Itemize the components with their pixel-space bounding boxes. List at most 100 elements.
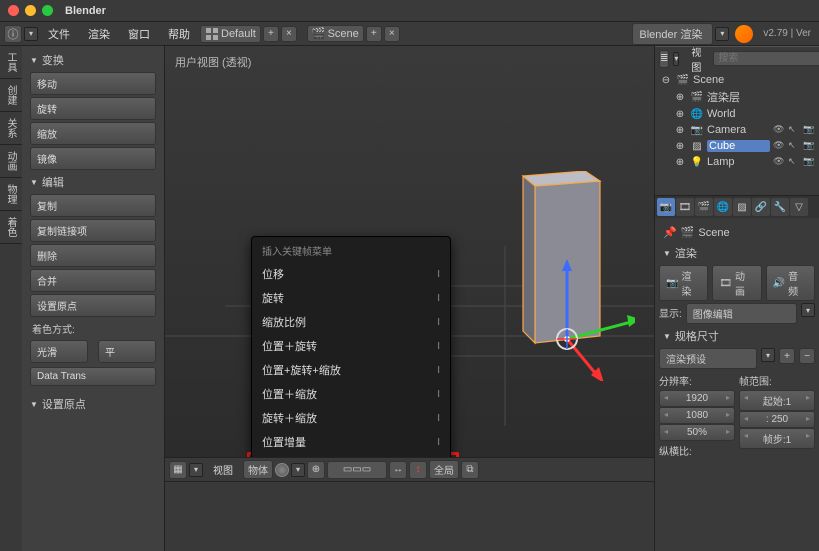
outliner-item-1[interactable]: ⊕🌐World [671, 106, 817, 122]
editor-type-3dview-icon[interactable]: ▦ [169, 461, 187, 479]
res-x-field[interactable]: ◂1920▸ [659, 390, 735, 407]
visibility-toggle[interactable]: 👁 [773, 124, 785, 136]
anim-button[interactable]: 🎞动画 [712, 265, 761, 301]
orientation-selector[interactable]: 全局 [429, 460, 459, 479]
editor-type-icon[interactable]: ⓘ [4, 25, 22, 43]
scale-button[interactable]: 缩放 [30, 122, 156, 145]
menu-window[interactable]: 窗口 [120, 23, 158, 45]
outliner-editor-icon[interactable]: ≣ [659, 50, 669, 68]
keyframe-menu-item-8[interactable]: 旋转增量I [252, 454, 450, 457]
set-origin-button[interactable]: 设置原点 [30, 294, 156, 317]
keyframe-menu-item-1[interactable]: 旋转I [252, 286, 450, 310]
keyframe-menu-item-6[interactable]: 旋转＋缩放I [252, 406, 450, 430]
header-view[interactable]: 视图 [205, 459, 241, 480]
shading-mode-icon[interactable] [275, 463, 289, 477]
editor-type-chevron[interactable]: ▾ [24, 27, 38, 41]
frame-start-field[interactable]: ◂起始:1▸ [739, 390, 815, 411]
prop-tab-layers[interactable]: 🎞 [676, 198, 694, 216]
frame-end-field[interactable]: ◂: 250▸ [739, 411, 815, 428]
mirror-button[interactable]: 镜像 [30, 147, 156, 170]
tool-tab-2[interactable]: 关系 [0, 112, 22, 145]
manipulator-toggle[interactable]: ↔ [389, 461, 407, 479]
preset-add[interactable]: + [779, 348, 795, 364]
select-toggle[interactable]: ↖ [788, 140, 800, 152]
visibility-toggle[interactable]: 👁 [773, 156, 785, 168]
render-toggle[interactable]: 📷 [803, 124, 815, 136]
rotate-button[interactable]: 旋转 [30, 97, 156, 120]
panel-edit-header[interactable]: ▼编辑 [26, 172, 160, 192]
tool-tab-5[interactable]: 着色 [0, 211, 22, 244]
shading-mode-chevron[interactable]: ▾ [291, 463, 305, 477]
layout-add[interactable]: + [263, 26, 279, 42]
menu-help[interactable]: 帮助 [160, 23, 198, 45]
join-button[interactable]: 合并 [30, 269, 156, 292]
pin-icon[interactable]: 📌 [663, 226, 677, 239]
keyframe-menu-item-7[interactable]: 位置增量I [252, 430, 450, 454]
keyframe-menu-item-2[interactable]: 缩放比例I [252, 310, 450, 334]
menu-file[interactable]: 文件 [40, 23, 78, 45]
outliner-item-3[interactable]: ⊕▨Cube👁↖📷 [671, 138, 817, 154]
delete-button[interactable]: 删除 [30, 244, 156, 267]
keyframe-menu-item-0[interactable]: 位移I [252, 262, 450, 286]
panel-dims-header[interactable]: ▼规格尺寸 [659, 326, 815, 346]
pivot-icon[interactable]: ⊕ [307, 461, 325, 479]
render-toggle[interactable]: 📷 [803, 156, 815, 168]
res-pct-field[interactable]: ◂50%▸ [659, 424, 735, 441]
mode-selector[interactable]: 物体 [243, 460, 273, 479]
scene-selector[interactable]: 🎬 Scene [307, 25, 364, 42]
manipulator-move[interactable]: ↕ [409, 461, 427, 479]
panel-origin-header[interactable]: ▼设置原点 [26, 394, 160, 414]
prop-tab-modifiers[interactable]: 🔧 [771, 198, 789, 216]
tool-tab-0[interactable]: 工具 [0, 46, 22, 79]
editor-type-3dview-chevron[interactable]: ▾ [189, 463, 203, 477]
select-toggle[interactable]: ↖ [788, 124, 800, 136]
data-transfer-button[interactable]: Data Trans [30, 367, 156, 386]
scene-del[interactable]: × [384, 26, 400, 42]
prop-tab-data[interactable]: ▽ [790, 198, 808, 216]
close-button[interactable] [8, 5, 19, 16]
tool-tab-1[interactable]: 创建 [0, 79, 22, 112]
expand-icon[interactable]: ⊕ [673, 139, 687, 153]
scene-add[interactable]: + [366, 26, 382, 42]
disclosure-icon[interactable]: ⊖ [659, 73, 673, 87]
keyframe-menu-item-3[interactable]: 位置＋旋转I [252, 334, 450, 358]
smooth-button[interactable]: 光滑 [30, 340, 88, 363]
expand-icon[interactable]: ⊕ [673, 107, 687, 121]
expand-icon[interactable]: ⊕ [673, 155, 687, 169]
flat-button[interactable]: 平 [98, 340, 156, 363]
outliner-view[interactable]: 视图 [683, 41, 709, 77]
render-preset[interactable]: 渲染预设 [659, 348, 757, 369]
panel-render-header[interactable]: ▼渲染 [659, 243, 815, 263]
preset-remove[interactable]: − [799, 348, 815, 364]
timeline-editor[interactable] [165, 481, 654, 551]
keyframe-menu-item-5[interactable]: 位置＋缩放I [252, 382, 450, 406]
maximize-button[interactable] [42, 5, 53, 16]
prop-tab-constraints[interactable]: 🔗 [752, 198, 770, 216]
preset-chevron[interactable]: ▾ [761, 348, 775, 362]
outliner-scene-row[interactable]: ⊖ 🎬 Scene [657, 72, 817, 88]
display-select[interactable]: 图像编辑 [686, 303, 797, 324]
tool-tab-3[interactable]: 动画 [0, 145, 22, 178]
render-button[interactable]: 📷渲染 [659, 265, 708, 301]
viewport-3d[interactable]: 用户视图 (透视) [165, 46, 654, 457]
outliner-chevron[interactable]: ▾ [673, 52, 679, 66]
engine-chevron[interactable]: ▾ [715, 27, 729, 41]
expand-icon[interactable]: ⊕ [673, 123, 687, 137]
visibility-toggle[interactable]: 👁 [773, 140, 785, 152]
outliner-item-4[interactable]: ⊕💡Lamp👁↖📷 [671, 154, 817, 170]
move-button[interactable]: 移动 [30, 72, 156, 95]
audio-button[interactable]: 🔊音频 [766, 265, 815, 301]
layout-del[interactable]: × [281, 26, 297, 42]
layers-icon[interactable]: ▭▭▭ [327, 461, 387, 479]
keyframe-menu-item-4[interactable]: 位置+旋转+缩放I [252, 358, 450, 382]
snap-icon[interactable]: ⧉ [461, 461, 479, 479]
expand-icon[interactable]: ⊕ [673, 90, 687, 104]
display-chevron[interactable]: ▾ [801, 303, 815, 317]
outliner-item-0[interactable]: ⊕🎬渲染层 [671, 88, 817, 106]
prop-tab-world[interactable]: 🌐 [714, 198, 732, 216]
prop-tab-object[interactable]: ▨ [733, 198, 751, 216]
duplicate-linked-button[interactable]: 复制链接项 [30, 219, 156, 242]
cube-object[interactable] [505, 171, 635, 371]
menu-render[interactable]: 渲染 [80, 23, 118, 45]
outliner-item-2[interactable]: ⊕📷Camera👁↖📷 [671, 122, 817, 138]
